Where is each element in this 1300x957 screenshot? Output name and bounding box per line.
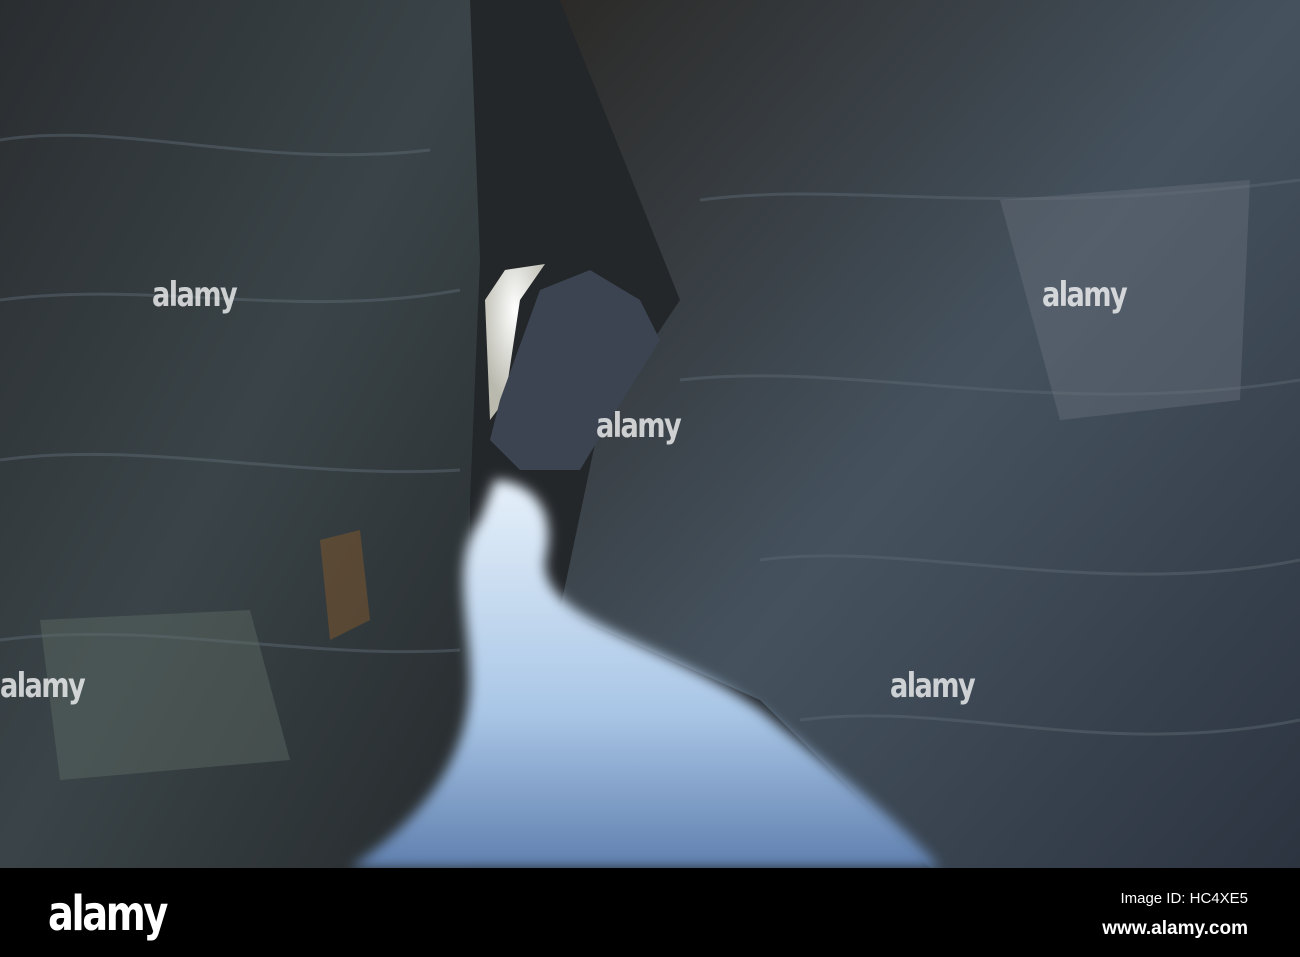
watermark-text: alamy xyxy=(1042,275,1128,315)
stock-photo-page: alamy alamy alamy alamy alamy alamy Imag… xyxy=(0,0,1300,957)
footer-bar: alamy Image ID: HC4XE5 www.alamy.com xyxy=(0,868,1300,957)
website-url: www.alamy.com xyxy=(1102,918,1248,939)
alamy-logo: alamy xyxy=(48,886,168,942)
watermark-text: alamy xyxy=(0,666,86,706)
watermark-text: alamy xyxy=(890,666,976,706)
watermark-text: alamy xyxy=(152,275,238,315)
watermark-text: alamy xyxy=(596,406,682,446)
image-id: Image ID: HC4XE5 xyxy=(1120,890,1248,907)
